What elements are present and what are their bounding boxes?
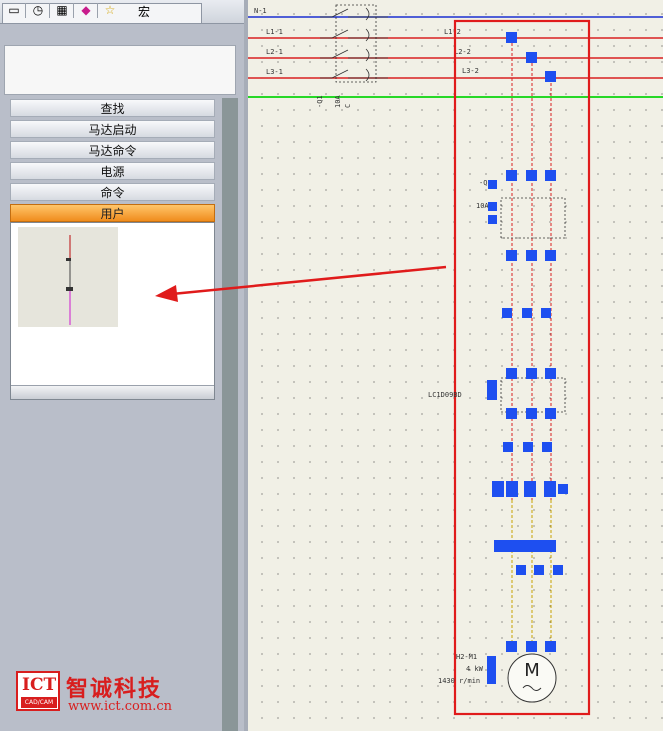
node[interactable] (487, 380, 497, 400)
macro-category-list: 查找 马达启动 马达命令 电源 命令 用户 (10, 99, 215, 225)
node[interactable] (523, 442, 533, 452)
node[interactable] (541, 308, 551, 318)
left-panel: ▭ ◷ ▦ ◆ ☆ 宏 查找 马达启动 马达命令 电源 命令 用户 ICT CA… (0, 0, 244, 731)
node[interactable] (534, 565, 544, 575)
branch-label-l2: L2-2 (454, 48, 471, 56)
category-motor-start[interactable]: 马达启动 (10, 120, 215, 138)
node[interactable] (545, 250, 556, 261)
node[interactable] (488, 202, 497, 211)
panel-tab-bar: ▭ ◷ ▦ ◆ ☆ 宏 (0, 0, 244, 24)
node[interactable] (526, 250, 537, 261)
node[interactable] (526, 368, 537, 379)
tab-separator (25, 3, 26, 18)
schematic-drawing: N-1 L1-1 L2-1 L3-1 L1-2 L2-2 L3-2 -Q1 10… (248, 4, 663, 716)
category-power[interactable]: 电源 (10, 162, 215, 180)
node[interactable] (545, 641, 556, 652)
category-command[interactable]: 命令 (10, 183, 215, 201)
node[interactable] (506, 170, 517, 181)
contactor-label-rating: 10A (476, 202, 489, 210)
motor-symbol[interactable]: M (507, 653, 557, 703)
panel-scrollbar[interactable] (222, 98, 238, 731)
ict-logo-box: ICT CAD/CAM (16, 671, 60, 711)
branch-wires-upper (511, 38, 552, 500)
breaker-label-rating: 10A (334, 95, 342, 108)
category-find[interactable]: 查找 (10, 99, 215, 117)
star-icon[interactable]: ☆ (102, 3, 118, 17)
node[interactable] (545, 71, 556, 82)
highlight-frame (453, 19, 591, 716)
user-macro-pane (10, 222, 215, 400)
breaker-label-q1: -Q1 (316, 95, 324, 108)
node[interactable] (506, 641, 517, 652)
logo-cad-text: CAD/CAM (21, 697, 57, 708)
layout-icon[interactable]: ▭ (6, 3, 22, 17)
macro-thumbnail[interactable] (18, 227, 118, 327)
node[interactable] (553, 565, 563, 575)
node[interactable] (526, 170, 537, 181)
pane-footer-bar (11, 385, 214, 399)
node[interactable] (506, 250, 517, 261)
node[interactable] (558, 484, 568, 494)
relay-label: LC1D09BD (428, 391, 462, 399)
terminal-block[interactable] (494, 540, 556, 552)
category-user[interactable]: 用户 (10, 204, 215, 222)
breaker-label-curve: C (344, 104, 352, 108)
branch-label-l1: L1-2 (444, 28, 461, 36)
motor-spec-id: H2-M1 (456, 653, 477, 661)
clock-icon[interactable]: ◷ (30, 3, 46, 17)
motor-spec-speed: 1430 r/min (438, 677, 480, 685)
node[interactable] (503, 442, 513, 452)
node[interactable] (522, 308, 532, 318)
preview-box (4, 45, 236, 95)
node[interactable] (487, 656, 496, 684)
node[interactable] (506, 481, 518, 497)
bus-label-l2: L2-1 (266, 48, 283, 56)
connection-nodes (487, 32, 568, 684)
tab-separator (97, 3, 98, 18)
overload-relay-symbol[interactable] (500, 377, 566, 413)
macro-tab-label[interactable]: 宏 (138, 3, 150, 20)
node[interactable] (542, 442, 552, 452)
branch-label-l3: L3-2 (462, 67, 479, 75)
node[interactable] (506, 408, 517, 419)
contactor-symbol[interactable] (500, 197, 566, 239)
node[interactable] (545, 368, 556, 379)
node[interactable] (492, 481, 504, 497)
bus-label-l1: L1-1 (266, 28, 283, 36)
node[interactable] (545, 170, 556, 181)
diamond-icon[interactable]: ◆ (78, 3, 94, 17)
node[interactable] (506, 32, 517, 43)
tab-separator (49, 3, 50, 18)
node[interactable] (524, 481, 536, 497)
logo-url: www.ict.com.cn (68, 699, 172, 714)
schematic-canvas[interactable]: N-1 L1-1 L2-1 L3-1 L1-2 L2-2 L3-2 -Q1 10… (248, 0, 663, 731)
node[interactable] (545, 408, 556, 419)
node[interactable] (516, 565, 526, 575)
node[interactable] (526, 408, 537, 419)
motor-spec-power: 4 kW (466, 665, 484, 673)
motor-label: M (524, 660, 540, 681)
bus-label-n: N-1 (254, 7, 267, 15)
node[interactable] (502, 308, 512, 318)
category-motor-command[interactable]: 马达命令 (10, 141, 215, 159)
tab-separator (73, 3, 74, 18)
node[interactable] (506, 368, 517, 379)
node[interactable] (488, 215, 497, 224)
node[interactable] (488, 180, 497, 189)
logo-ict-text: ICT (22, 675, 57, 695)
bus-label-l3: L3-1 (266, 68, 283, 76)
node[interactable] (526, 52, 537, 63)
node[interactable] (526, 641, 537, 652)
node[interactable] (544, 481, 556, 497)
grid-icon[interactable]: ▦ (54, 3, 70, 17)
